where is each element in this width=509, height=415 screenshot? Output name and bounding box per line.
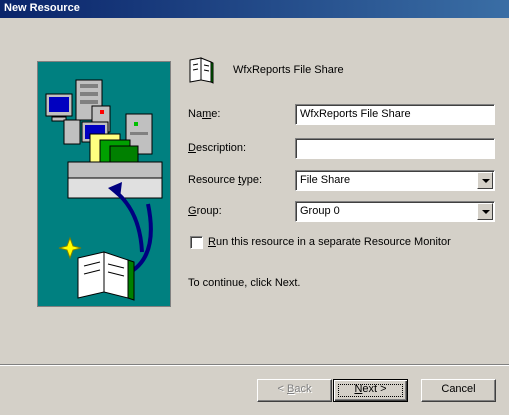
wizard-illustration bbox=[37, 61, 171, 307]
description-input[interactable] bbox=[295, 138, 495, 159]
group-value: Group 0 bbox=[300, 205, 340, 217]
window-title: New Resource bbox=[4, 2, 80, 14]
description-label: Description: bbox=[188, 142, 247, 154]
group-select[interactable]: Group 0 bbox=[295, 201, 495, 222]
sparkle-book-icon bbox=[58, 236, 135, 301]
separate-monitor-checkbox[interactable] bbox=[190, 236, 203, 249]
resource-header-text: WfxReports File Share bbox=[233, 64, 344, 76]
open-book-icon bbox=[188, 56, 214, 84]
footer-separator bbox=[0, 364, 509, 366]
cancel-button[interactable]: Cancel bbox=[421, 379, 496, 402]
name-input[interactable]: WfxReports File Share bbox=[295, 104, 495, 125]
back-button[interactable]: < Back bbox=[257, 379, 332, 402]
name-label: Name: bbox=[188, 108, 221, 120]
resource-type-value: File Share bbox=[300, 174, 351, 186]
title-bar: New Resource bbox=[0, 0, 509, 18]
wizard-illustration-art bbox=[45, 79, 163, 301]
resource-type-select[interactable]: File Share bbox=[295, 170, 495, 191]
group-label: Group: bbox=[188, 205, 222, 217]
instructions-text: To continue, click Next. bbox=[188, 277, 301, 289]
next-button[interactable]: Next > bbox=[333, 379, 408, 402]
group-dropdown-button[interactable] bbox=[477, 203, 493, 220]
resource-type-label: Resource type: bbox=[188, 174, 262, 186]
resource-type-dropdown-button[interactable] bbox=[477, 172, 493, 189]
separate-monitor-label[interactable]: Run this resource in a separate Resource… bbox=[208, 236, 451, 248]
